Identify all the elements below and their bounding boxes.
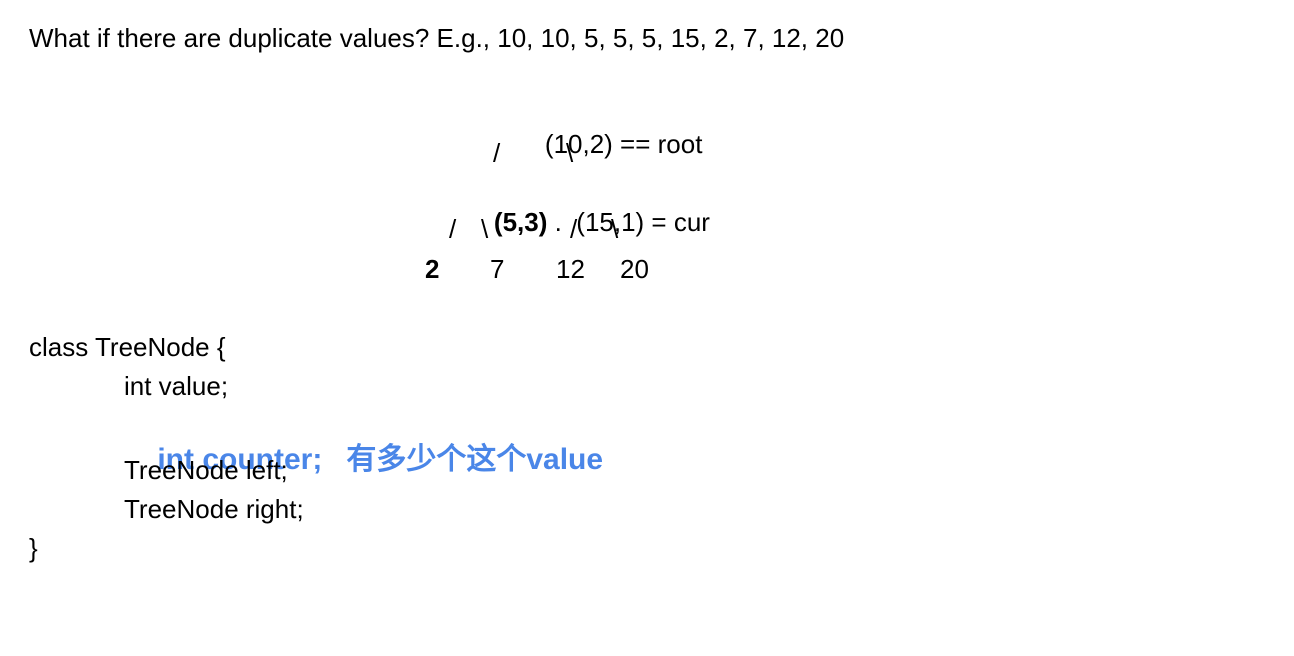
root-node-label: (10,2) bbox=[544, 129, 613, 159]
field-value: int value; bbox=[124, 371, 229, 401]
field-right: TreeNode right; bbox=[124, 494, 304, 524]
left-node-label: (5,3) bbox=[493, 207, 548, 237]
question-text: What if there are duplicate values? E.g.… bbox=[29, 23, 845, 53]
edge-root-left: / bbox=[493, 138, 501, 168]
root-node-annotation: == root bbox=[612, 129, 703, 159]
edge-root-right: \ bbox=[566, 138, 574, 168]
field-left: TreeNode left; bbox=[124, 455, 288, 485]
root-node: (10,2) == root bbox=[516, 99, 703, 189]
edge-left-left: / bbox=[449, 214, 457, 244]
field-counter-note: 有多少个这个value bbox=[346, 443, 604, 476]
leaf-node: 7 bbox=[490, 254, 505, 284]
edge-left-right: \ bbox=[481, 214, 489, 244]
edge-right-right: \ bbox=[611, 214, 619, 244]
leaf-node: 12 bbox=[556, 254, 585, 284]
leaf-node: 2 bbox=[425, 254, 440, 284]
class-declaration: class TreeNode { bbox=[29, 332, 226, 362]
right-node-annotation: = cur bbox=[644, 207, 710, 237]
leaf-node: 20 bbox=[620, 254, 649, 284]
class-close-brace: } bbox=[29, 533, 38, 563]
edge-right-left: / bbox=[570, 214, 578, 244]
